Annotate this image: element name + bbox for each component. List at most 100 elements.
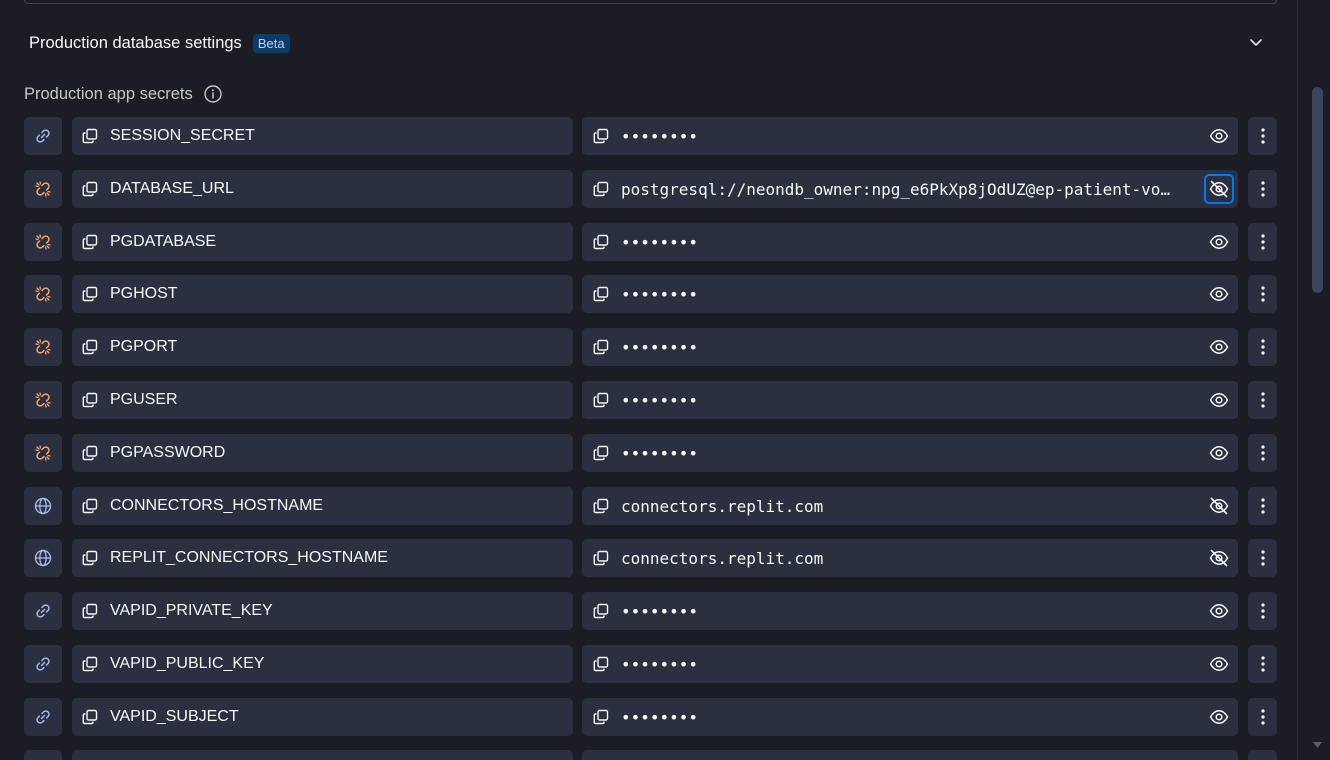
secret-value-field[interactable]: postgresql://neondb_owner:npg_e6PkXp8jOd…	[582, 170, 1238, 208]
eye-icon[interactable]	[1205, 280, 1233, 308]
more-vertical-icon	[1260, 655, 1266, 673]
secret-value-field[interactable]: ••••••••	[582, 275, 1238, 313]
copy-icon[interactable]	[81, 233, 99, 251]
copy-icon[interactable]	[592, 391, 610, 409]
secret-key-field[interactable]: CONNECTORS_HOSTNAME	[72, 487, 573, 525]
secret-key-field[interactable]: VAPID_SUBJECT	[72, 698, 573, 736]
eye-icon[interactable]	[1205, 228, 1233, 256]
secret-type-button[interactable]	[24, 698, 62, 736]
more-options-button[interactable]	[1248, 117, 1277, 155]
secret-key-field[interactable]: PGUSER	[72, 381, 573, 419]
more-options-button[interactable]	[1248, 487, 1277, 525]
copy-icon[interactable]	[592, 285, 610, 303]
more-options-button[interactable]	[1248, 750, 1277, 760]
secret-type-button[interactable]	[24, 592, 62, 630]
copy-icon[interactable]	[81, 655, 99, 673]
eye-icon[interactable]	[1205, 386, 1233, 414]
info-icon[interactable]	[203, 84, 223, 104]
secret-type-button[interactable]	[24, 487, 62, 525]
secret-row: VAPID_PUBLIC_KEY ••••••••	[24, 645, 1277, 683]
copy-icon[interactable]	[592, 549, 610, 567]
more-options-button[interactable]	[1248, 328, 1277, 366]
secret-value-field[interactable]: ••••••••	[582, 328, 1238, 366]
more-options-button[interactable]	[1248, 539, 1277, 577]
copy-icon[interactable]	[81, 497, 99, 515]
secret-value-field[interactable]: ••••••••	[582, 434, 1238, 472]
secret-value-field[interactable]: connectors.replit.com	[582, 487, 1238, 525]
copy-icon[interactable]	[81, 602, 99, 620]
secret-key-field[interactable]	[72, 750, 573, 760]
copy-icon[interactable]	[592, 127, 610, 145]
more-options-button[interactable]	[1248, 645, 1277, 683]
secret-row: PGPASSWORD ••••••••	[24, 434, 1277, 472]
eye-icon[interactable]	[1205, 439, 1233, 467]
secret-value-field[interactable]: ••••••••	[582, 223, 1238, 261]
secret-key-field[interactable]: PGPORT	[72, 328, 573, 366]
eye-icon[interactable]	[1205, 650, 1233, 678]
secret-value-field[interactable]: ••••••••	[582, 698, 1238, 736]
secret-type-button[interactable]	[24, 750, 62, 760]
secret-type-button[interactable]	[24, 381, 62, 419]
eye-off-icon[interactable]	[1205, 492, 1233, 520]
copy-icon[interactable]	[81, 338, 99, 356]
eye-icon[interactable]	[1205, 333, 1233, 361]
more-options-button[interactable]	[1248, 381, 1277, 419]
eye-icon[interactable]	[1205, 122, 1233, 150]
copy-icon[interactable]	[592, 338, 610, 356]
chevron-down-icon[interactable]	[1247, 33, 1265, 51]
secret-type-button[interactable]	[24, 645, 62, 683]
production-database-settings-header[interactable]: Production database settings Beta	[24, 24, 1277, 62]
secret-type-button[interactable]	[24, 328, 62, 366]
copy-icon[interactable]	[592, 233, 610, 251]
copy-icon[interactable]	[81, 549, 99, 567]
secret-type-button[interactable]	[24, 539, 62, 577]
more-options-button[interactable]	[1248, 170, 1277, 208]
secret-key-field[interactable]: SESSION_SECRET	[72, 117, 573, 155]
copy-icon[interactable]	[81, 180, 99, 198]
copy-icon[interactable]	[81, 285, 99, 303]
secret-key-field[interactable]: DATABASE_URL	[72, 170, 573, 208]
copy-icon[interactable]	[592, 497, 610, 515]
secret-value-field[interactable]: ••••••••	[582, 117, 1238, 155]
secret-type-button[interactable]	[24, 434, 62, 472]
eye-icon[interactable]	[1205, 597, 1233, 625]
copy-icon[interactable]	[592, 444, 610, 462]
secret-row: PGUSER ••••••••	[24, 381, 1277, 419]
secret-key-field[interactable]: PGPASSWORD	[72, 434, 573, 472]
eye-off-icon[interactable]	[1205, 544, 1233, 572]
secret-type-button[interactable]	[24, 275, 62, 313]
secret-type-button[interactable]	[24, 170, 62, 208]
secret-key-field[interactable]: PGHOST	[72, 275, 573, 313]
secret-value-field[interactable]: ••••••••	[582, 645, 1238, 683]
more-options-button[interactable]	[1248, 698, 1277, 736]
secret-key-field[interactable]: VAPID_PUBLIC_KEY	[72, 645, 573, 683]
more-options-button[interactable]	[1248, 275, 1277, 313]
copy-icon[interactable]	[81, 444, 99, 462]
eye-off-icon[interactable]	[1204, 174, 1234, 204]
more-options-button[interactable]	[1248, 592, 1277, 630]
more-options-button[interactable]	[1248, 434, 1277, 472]
secret-key-field[interactable]: REPLIT_CONNECTORS_HOSTNAME	[72, 539, 573, 577]
secret-key: VAPID_PUBLIC_KEY	[110, 655, 265, 672]
secret-value-field[interactable]: connectors.replit.com	[582, 539, 1238, 577]
eye-icon[interactable]	[1205, 703, 1233, 731]
copy-icon[interactable]	[81, 127, 99, 145]
scrollbar-thumb[interactable]	[1312, 87, 1323, 293]
secret-key-field[interactable]: VAPID_PRIVATE_KEY	[72, 592, 573, 630]
copy-icon[interactable]	[592, 180, 610, 198]
secret-type-button[interactable]	[24, 117, 62, 155]
secret-row: PGPORT ••••••••	[24, 328, 1277, 366]
more-options-button[interactable]	[1248, 223, 1277, 261]
copy-icon[interactable]	[592, 708, 610, 726]
scroll-down-arrow-icon[interactable]	[1312, 740, 1323, 750]
copy-icon[interactable]	[81, 391, 99, 409]
secret-value-field[interactable]	[582, 750, 1238, 760]
secret-key: CONNECTORS_HOSTNAME	[110, 497, 324, 514]
copy-icon[interactable]	[81, 708, 99, 726]
copy-icon[interactable]	[592, 602, 610, 620]
copy-icon[interactable]	[592, 655, 610, 673]
secret-key-field[interactable]: PGDATABASE	[72, 223, 573, 261]
secret-value-field[interactable]: ••••••••	[582, 592, 1238, 630]
secret-value-field[interactable]: ••••••••	[582, 381, 1238, 419]
secret-type-button[interactable]	[24, 223, 62, 261]
